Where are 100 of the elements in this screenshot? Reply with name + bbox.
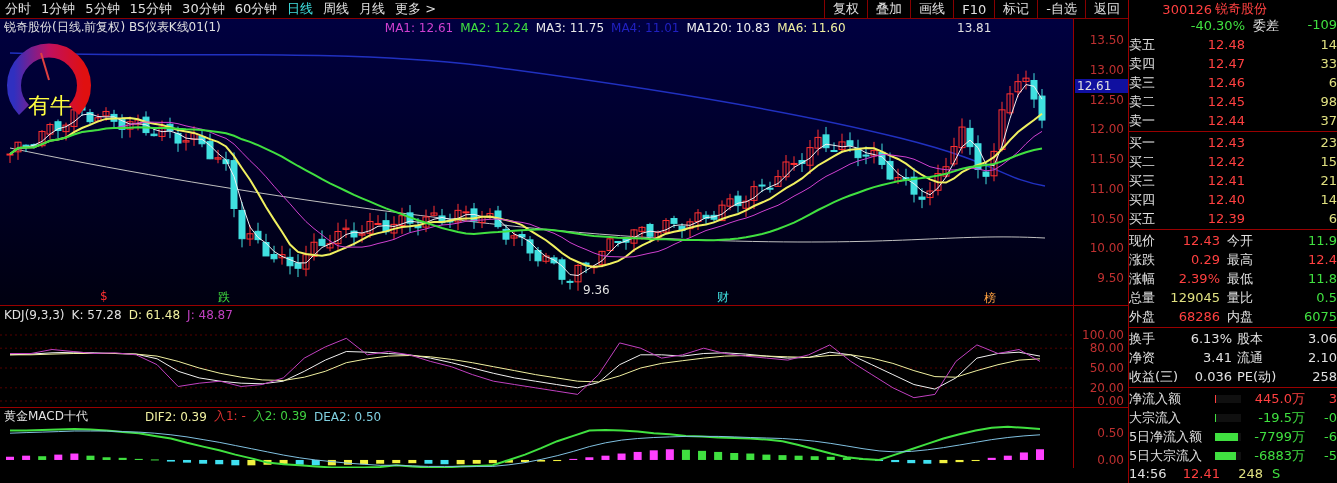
stat-label: 内盘 — [1226, 307, 1254, 326]
macd-legend: DIF2: 0.39 — [145, 409, 207, 424]
bid-level-label: 买二 — [1129, 152, 1156, 171]
bid-level-label: 买四 — [1129, 190, 1156, 209]
price-axis-label: 10.00 — [1089, 242, 1124, 256]
fundamental-value: 0.036 — [1193, 369, 1232, 384]
moving-average-legend: MA1: 12.61 — [384, 20, 454, 35]
fundamental-value: 258 — [1311, 369, 1337, 384]
fundamental-value: 6.13% — [1190, 331, 1232, 346]
ask-volume: 6 — [1327, 75, 1337, 90]
fund-flow-label: 大宗流入 — [1129, 408, 1182, 427]
kdj-legend: J: 48.87 — [187, 307, 233, 322]
low-price-label: 9.36 — [583, 283, 610, 297]
bid-volume: 14 — [1319, 192, 1337, 207]
price-axis-label: 11.00 — [1089, 182, 1124, 196]
fundamental-value: 3.41 — [1202, 350, 1232, 365]
signal-marker: 财 — [717, 289, 729, 306]
stat-label: 外盘 — [1129, 307, 1156, 326]
price-axis-label: 13.50 — [1089, 34, 1124, 47]
kdj-axis-label: 0.00 — [1097, 395, 1124, 408]
price-axis-label: 13.00 — [1089, 63, 1124, 77]
fund-flow-value: -6 — [1323, 429, 1337, 444]
trade-time: 14:56 — [1129, 466, 1165, 481]
stat-value: 0.29 — [1190, 252, 1220, 267]
stat-label: 总量 — [1129, 288, 1156, 307]
high-price-label: 13.81 — [957, 21, 992, 35]
kdj-legend: KDJ(9,3,3) — [4, 307, 65, 322]
stock-code: 300126 — [1161, 1, 1212, 15]
stat-value: 11.9 — [1307, 233, 1337, 248]
order-ratio-value: -40.30% — [1189, 18, 1245, 33]
ask-volume: 14 — [1319, 37, 1337, 52]
moving-average-legend: MA3: 11.75 — [535, 20, 605, 35]
trade-side: S — [1271, 466, 1282, 481]
ask-level-label: 卖三 — [1129, 73, 1156, 92]
ask-level-label: 卖四 — [1129, 54, 1156, 73]
price-axis-label: 12.00 — [1089, 123, 1124, 137]
stat-value: 6075 — [1302, 309, 1337, 324]
bid-price: 12.41 — [1206, 173, 1245, 188]
ask-level-label: 卖一 — [1129, 111, 1156, 130]
fund-flow-label: 5日净流入额 — [1129, 427, 1204, 446]
kdj-axis-label: 80.00 — [1089, 342, 1124, 356]
price-axis-label: 9.50 — [1097, 272, 1124, 285]
fund-flow-value: -7799万 — [1253, 427, 1305, 446]
fund-flow-value: 3 — [1327, 391, 1337, 406]
ask-volume: 98 — [1319, 94, 1337, 109]
macd-axis-label: 0.00 — [1097, 453, 1124, 467]
fund-flow-value: -19.5万 — [1257, 408, 1305, 427]
stat-label: 涨跌 — [1129, 250, 1156, 269]
macd-legend: 入2: 0.39 — [252, 408, 307, 425]
order-diff-label: 委差 — [1253, 16, 1279, 35]
stat-value: 11.8 — [1307, 271, 1337, 286]
kdj-axis-label: 50.00 — [1089, 362, 1124, 375]
stock-name: 锐奇股份 — [1215, 0, 1268, 15]
signal-marker: $ — [100, 289, 108, 303]
bid-price: 12.42 — [1206, 154, 1245, 169]
bid-level-label: 买三 — [1129, 171, 1156, 190]
stat-label: 涨幅 — [1129, 269, 1156, 288]
bid-price: 12.40 — [1206, 192, 1245, 207]
fund-flow-value: 445.0万 — [1253, 389, 1305, 408]
price-axis-label: 12.50 — [1089, 93, 1124, 107]
trade-price: 12.41 — [1181, 466, 1220, 481]
stat-value: 0.5 — [1315, 290, 1337, 305]
stat-value: 68286 — [1177, 309, 1220, 324]
bid-price: 12.39 — [1206, 211, 1245, 226]
kdj-legend: K: 57.28 — [71, 307, 122, 322]
bid-level-label: 买五 — [1129, 209, 1156, 228]
chart-title: 锐奇股份(日线.前复权) BS仪表K线01(1) — [4, 19, 221, 36]
fundamental-label: 净资 — [1129, 348, 1156, 367]
fundamental-label: PE(动) — [1236, 367, 1278, 386]
moving-average-legend: MA120: 10.83 — [686, 20, 771, 35]
ask-price: 12.45 — [1206, 94, 1245, 109]
macd-axis-label: 0.50 — [1097, 427, 1124, 441]
fund-flow-label: 净流入额 — [1129, 389, 1182, 408]
gauge-label: 有牛 — [28, 92, 72, 120]
bid-level-label: 买一 — [1129, 133, 1156, 152]
order-diff-value: -109 — [1307, 16, 1337, 34]
fundamental-value: 2.10 — [1307, 350, 1337, 365]
fundamental-label: 收益(三) — [1129, 367, 1180, 386]
bid-volume: 6 — [1327, 211, 1337, 226]
ask-volume: 33 — [1319, 56, 1337, 71]
macd-legend: 入1: - — [213, 408, 246, 425]
macd-legend: DEA2: 0.50 — [313, 409, 382, 424]
ask-price: 12.46 — [1206, 75, 1245, 90]
ask-price: 12.44 — [1206, 113, 1245, 128]
price-axis-label: 11.50 — [1089, 153, 1124, 166]
ask-volume: 37 — [1319, 113, 1337, 128]
stat-label: 最低 — [1226, 269, 1254, 288]
moving-average-legend: MA6: 11.60 — [777, 20, 846, 35]
fund-flow-value: -0 — [1323, 410, 1337, 425]
trade-volume: 248 — [1237, 466, 1263, 481]
kdj-axis-label: 100.00 — [1082, 329, 1124, 342]
current-price-tag: 12.61 — [1075, 79, 1128, 93]
fund-flow-value: -6883万 — [1253, 446, 1305, 465]
moving-average-legend: MA4: 11.01 — [611, 20, 680, 35]
bid-price: 12.43 — [1206, 135, 1245, 150]
bid-volume: 23 — [1319, 135, 1337, 150]
moving-average-legend: MA2: 12.24 — [460, 20, 529, 35]
ask-level-label: 卖五 — [1129, 35, 1156, 54]
stat-value: 2.39% — [1177, 271, 1220, 286]
stat-value: 12.4 — [1307, 252, 1337, 267]
